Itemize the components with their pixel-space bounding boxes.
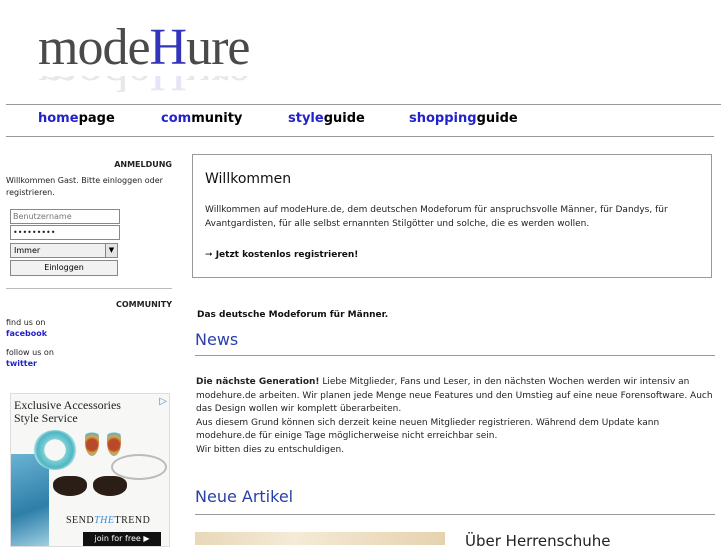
site-logo[interactable]: modeHure <box>38 19 251 76</box>
logo-reflection: modeHure <box>38 76 250 98</box>
ad-join-button[interactable]: join for free ▶ <box>83 532 161 546</box>
username-input[interactable] <box>10 209 120 224</box>
sidebar: ANMELDUNG Willkommen Gast. Bitte einlogg… <box>6 160 172 368</box>
ad-title: Exclusive Accessories Style Service <box>14 398 121 425</box>
earring-image <box>107 428 121 456</box>
header-divider <box>6 104 721 105</box>
articles-heading: Neue Artikel <box>195 487 294 506</box>
news-body: Die nächste Generation! Liebe Mitglieder… <box>196 376 716 457</box>
welcome-heading: Willkommen <box>205 171 292 187</box>
sunglasses-image <box>53 476 129 498</box>
site-tagline: Das deutsche Modeforum für Männer. <box>197 310 389 320</box>
community-section-title: COMMUNITY <box>115 300 172 309</box>
facebook-link[interactable]: facebook <box>6 329 172 338</box>
articles-divider <box>195 514 715 515</box>
news-paragraph: Wir bitten dies zu entschuldigen. <box>196 444 345 455</box>
chevron-down-icon: ▼ <box>105 244 117 257</box>
news-lead: Die nächste Generation! <box>196 377 320 387</box>
logo-text-accent: H <box>149 19 188 76</box>
remember-login-value: Immer <box>14 246 41 255</box>
earring-image <box>85 428 99 456</box>
nav-shoppingguide[interactable]: shoppingguide <box>409 111 518 126</box>
sidebar-divider <box>6 288 172 289</box>
logo-text-mode: mode <box>38 19 151 76</box>
news-paragraph: Aus diesem Grund können sich derzeit kei… <box>196 417 660 442</box>
article-title[interactable]: Über Herrenschuhe <box>465 532 610 550</box>
remember-login-select[interactable]: Immer ▼ <box>10 243 118 258</box>
advertisement-banner[interactable]: Exclusive Accessories Style Service ▷ SEN… <box>10 393 170 547</box>
news-divider <box>195 355 715 356</box>
twitter-link[interactable]: twitter <box>6 359 172 368</box>
news-heading: News <box>195 330 239 349</box>
register-cta[interactable]: ➞ Jetzt kostenlos registrieren! <box>205 250 358 260</box>
login-welcome-text: Willkommen Gast. Bitte einloggen oder re… <box>6 176 163 197</box>
login-section-title: ANMELDUNG <box>114 160 172 169</box>
find-us-label: find us on <box>6 318 46 327</box>
arrow-right-icon: ➞ <box>205 250 213 260</box>
nav-divider <box>6 136 714 137</box>
article-thumbnail[interactable] <box>195 532 445 545</box>
register-cta-label: Jetzt kostenlos registrieren! <box>215 250 359 260</box>
adchoices-icon[interactable]: ▷ <box>159 396 167 407</box>
register-link[interactable]: registrieren <box>6 188 52 197</box>
login-link[interactable]: einloggen <box>103 176 142 185</box>
scarf-image <box>11 454 49 546</box>
nav-styleguide[interactable]: styleguide <box>288 111 365 126</box>
logo-text-ure: ure <box>186 19 250 76</box>
nav-homepage[interactable]: homepage <box>38 111 115 126</box>
login-button[interactable]: Einloggen <box>10 260 118 276</box>
ad-brand: SENDTHETREND <box>66 515 151 526</box>
follow-us-label: follow us on <box>6 348 54 357</box>
main-nav: homepage community styleguide shoppinggu… <box>0 111 727 129</box>
nav-community[interactable]: community <box>161 111 242 126</box>
welcome-box: Willkommen Willkommen auf modeHure.de, d… <box>192 154 712 278</box>
bracelet-image <box>33 430 77 470</box>
welcome-text: Willkommen auf modeHure.de, dem deutsche… <box>205 205 668 229</box>
password-input[interactable] <box>10 225 120 240</box>
